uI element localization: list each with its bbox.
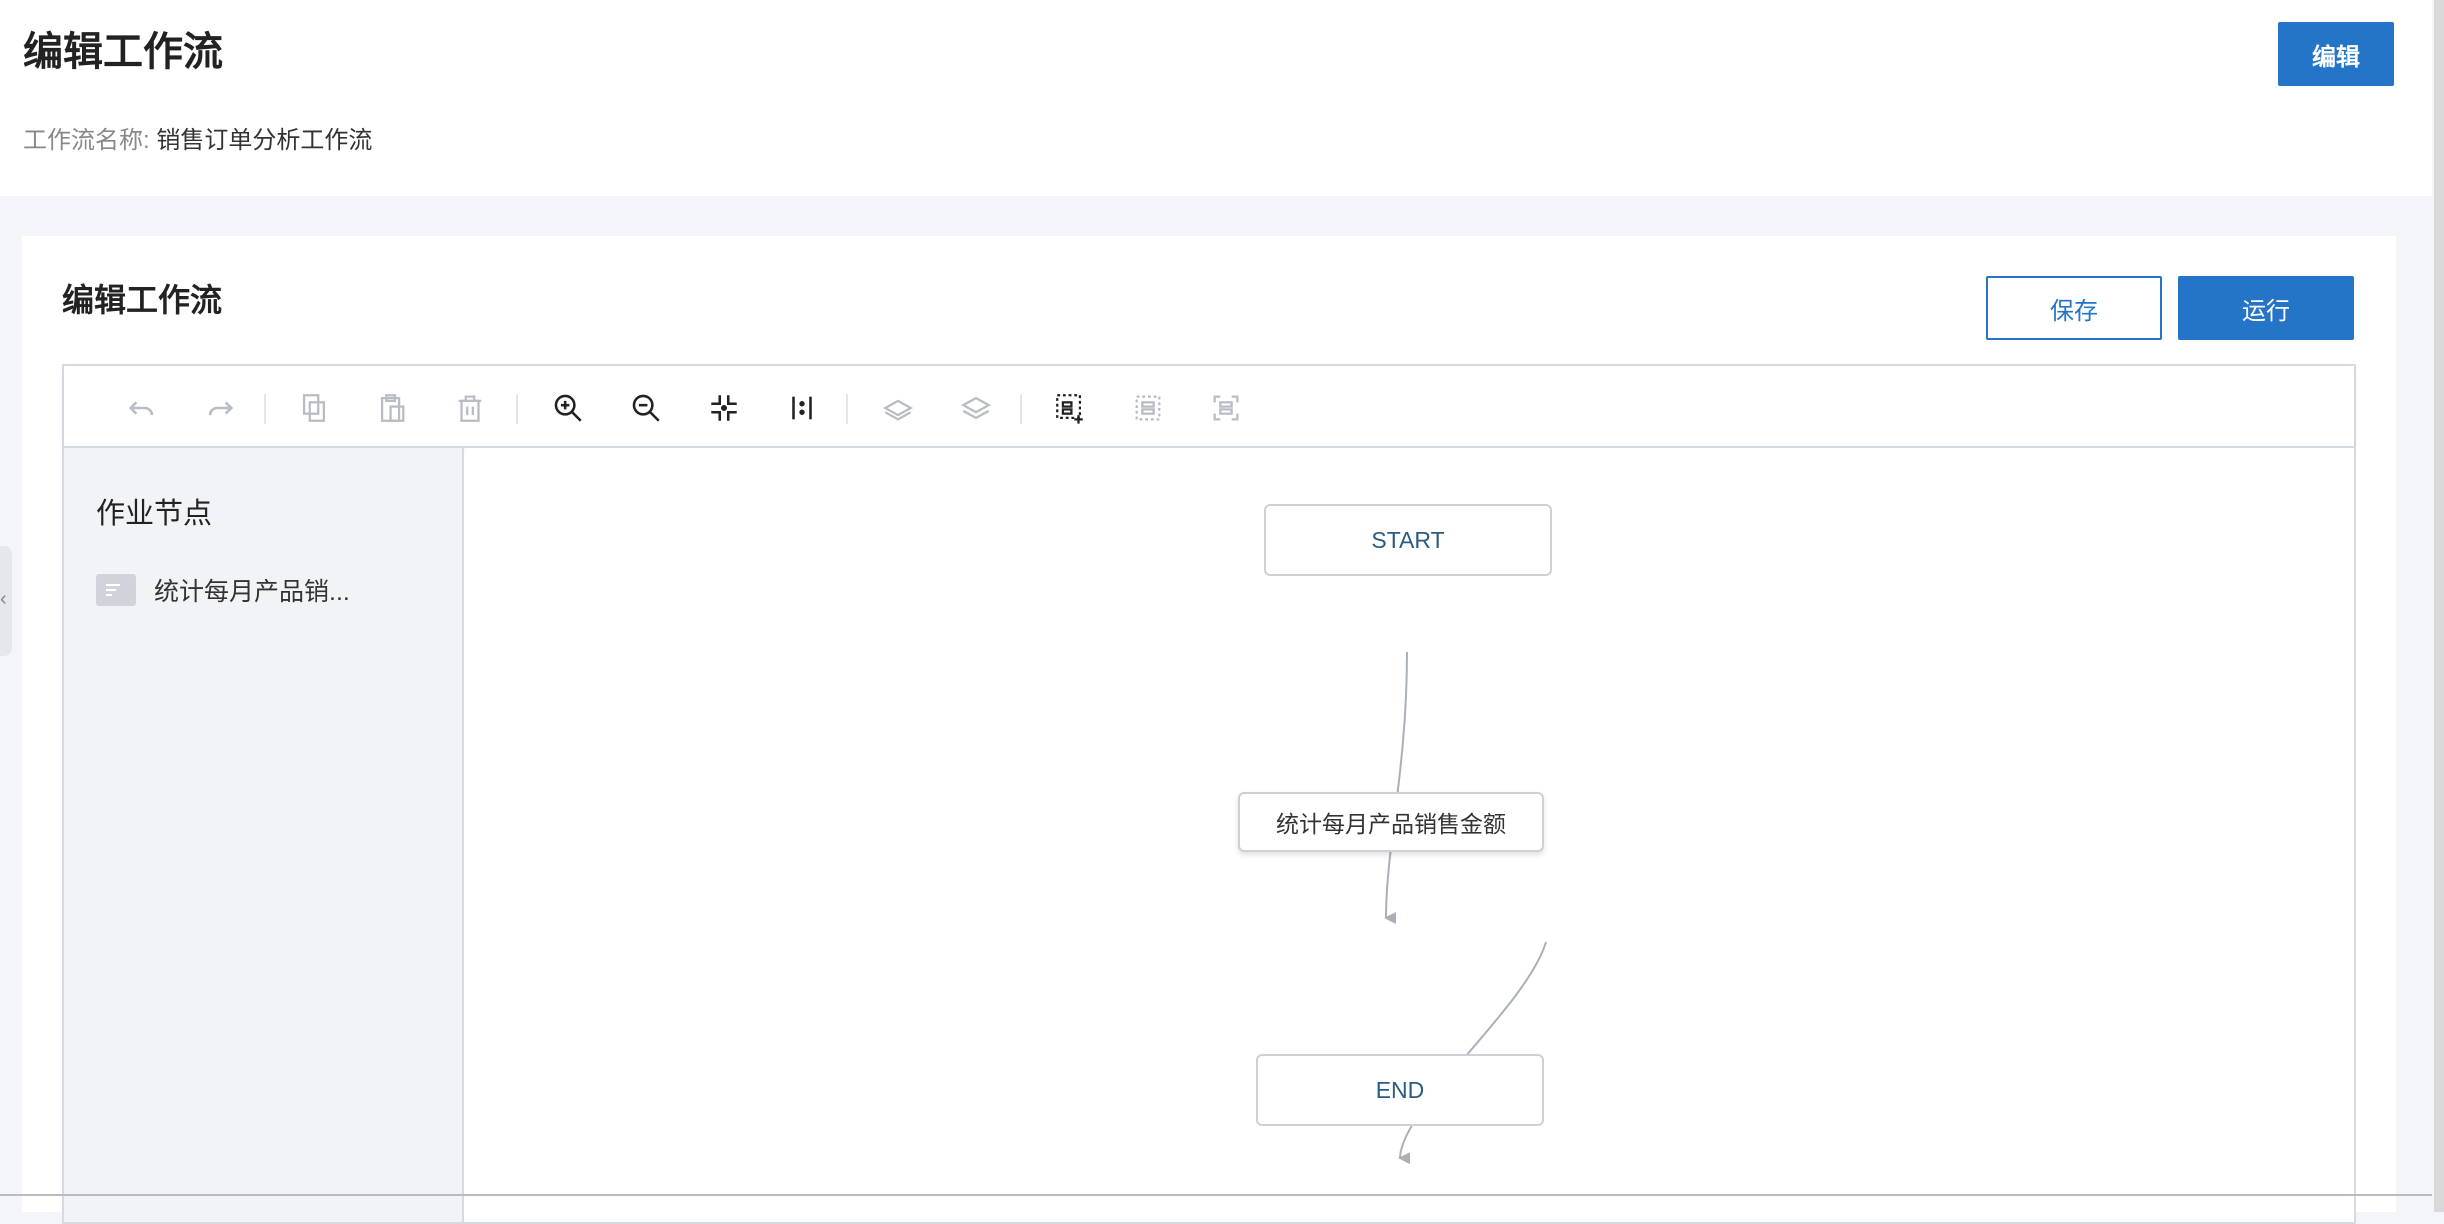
toolbar-separator xyxy=(846,394,848,424)
flow-node-end[interactable]: END xyxy=(1256,1054,1544,1126)
redo-icon[interactable] xyxy=(198,386,242,430)
editor-toolbar xyxy=(64,366,2354,448)
flow-node-start[interactable]: START xyxy=(1264,504,1552,576)
fit-view-icon[interactable] xyxy=(702,386,746,430)
edit-button[interactable]: 编辑 xyxy=(2278,22,2394,86)
zoom-out-icon[interactable] xyxy=(624,386,668,430)
workflow-editor: 作业节点 统计每月产品销... START 统计每月产品销售金额 END xyxy=(62,364,2356,1224)
toolbar-separator xyxy=(516,394,518,424)
ungroup-icon[interactable] xyxy=(1204,386,1248,430)
job-node-icon xyxy=(96,574,136,606)
sidebar-item-label: 统计每月产品销... xyxy=(154,578,350,606)
page-header: 编辑工作流 工作流名称: 销售订单分析工作流 编辑 xyxy=(0,0,2432,196)
page-title: 编辑工作流 xyxy=(23,30,223,74)
workflow-name-label: 工作流名称: xyxy=(23,127,150,154)
editor-card: 编辑工作流 保存 运行 作业节点 统计每月产品销... START 统计每月产品… xyxy=(22,236,2396,1224)
sidebar-item-job-node[interactable]: 统计每月产品销... xyxy=(96,570,436,610)
workflow-name-row: 工作流名称: 销售订单分析工作流 xyxy=(23,124,372,158)
undo-icon[interactable] xyxy=(120,386,164,430)
chevron-left-icon: ‹ xyxy=(0,588,7,610)
run-button[interactable]: 运行 xyxy=(2178,276,2354,340)
delete-icon[interactable] xyxy=(448,386,492,430)
editor-card-title: 编辑工作流 xyxy=(62,282,223,318)
save-button[interactable]: 保存 xyxy=(1986,276,2162,340)
paste-icon[interactable] xyxy=(370,386,414,430)
edge-start-to-job xyxy=(1384,651,1408,925)
multi-select-icon[interactable] xyxy=(1048,386,1092,430)
flow-canvas[interactable]: START 统计每月产品销售金额 END xyxy=(466,448,2354,1222)
actual-size-icon[interactable] xyxy=(780,386,824,430)
copy-icon[interactable] xyxy=(292,386,336,430)
sidebar-title: 作业节点 xyxy=(96,498,213,530)
toolbar-separator xyxy=(1020,394,1022,424)
collapse-panel-tab[interactable]: ‹ xyxy=(0,546,12,656)
group-icon[interactable] xyxy=(1126,386,1170,430)
to-front-icon[interactable] xyxy=(954,386,998,430)
job-node-sidebar: 作业节点 统计每月产品销... xyxy=(64,448,464,1222)
flow-node-job[interactable]: 统计每月产品销售金额 xyxy=(1238,792,1544,852)
page-scrollbar[interactable] xyxy=(2434,0,2444,1212)
to-back-icon[interactable] xyxy=(876,386,920,430)
workflow-name-value: 销售订单分析工作流 xyxy=(156,127,373,154)
zoom-in-icon[interactable] xyxy=(546,386,590,430)
toolbar-separator xyxy=(264,394,266,424)
bottom-divider xyxy=(0,1194,2432,1196)
